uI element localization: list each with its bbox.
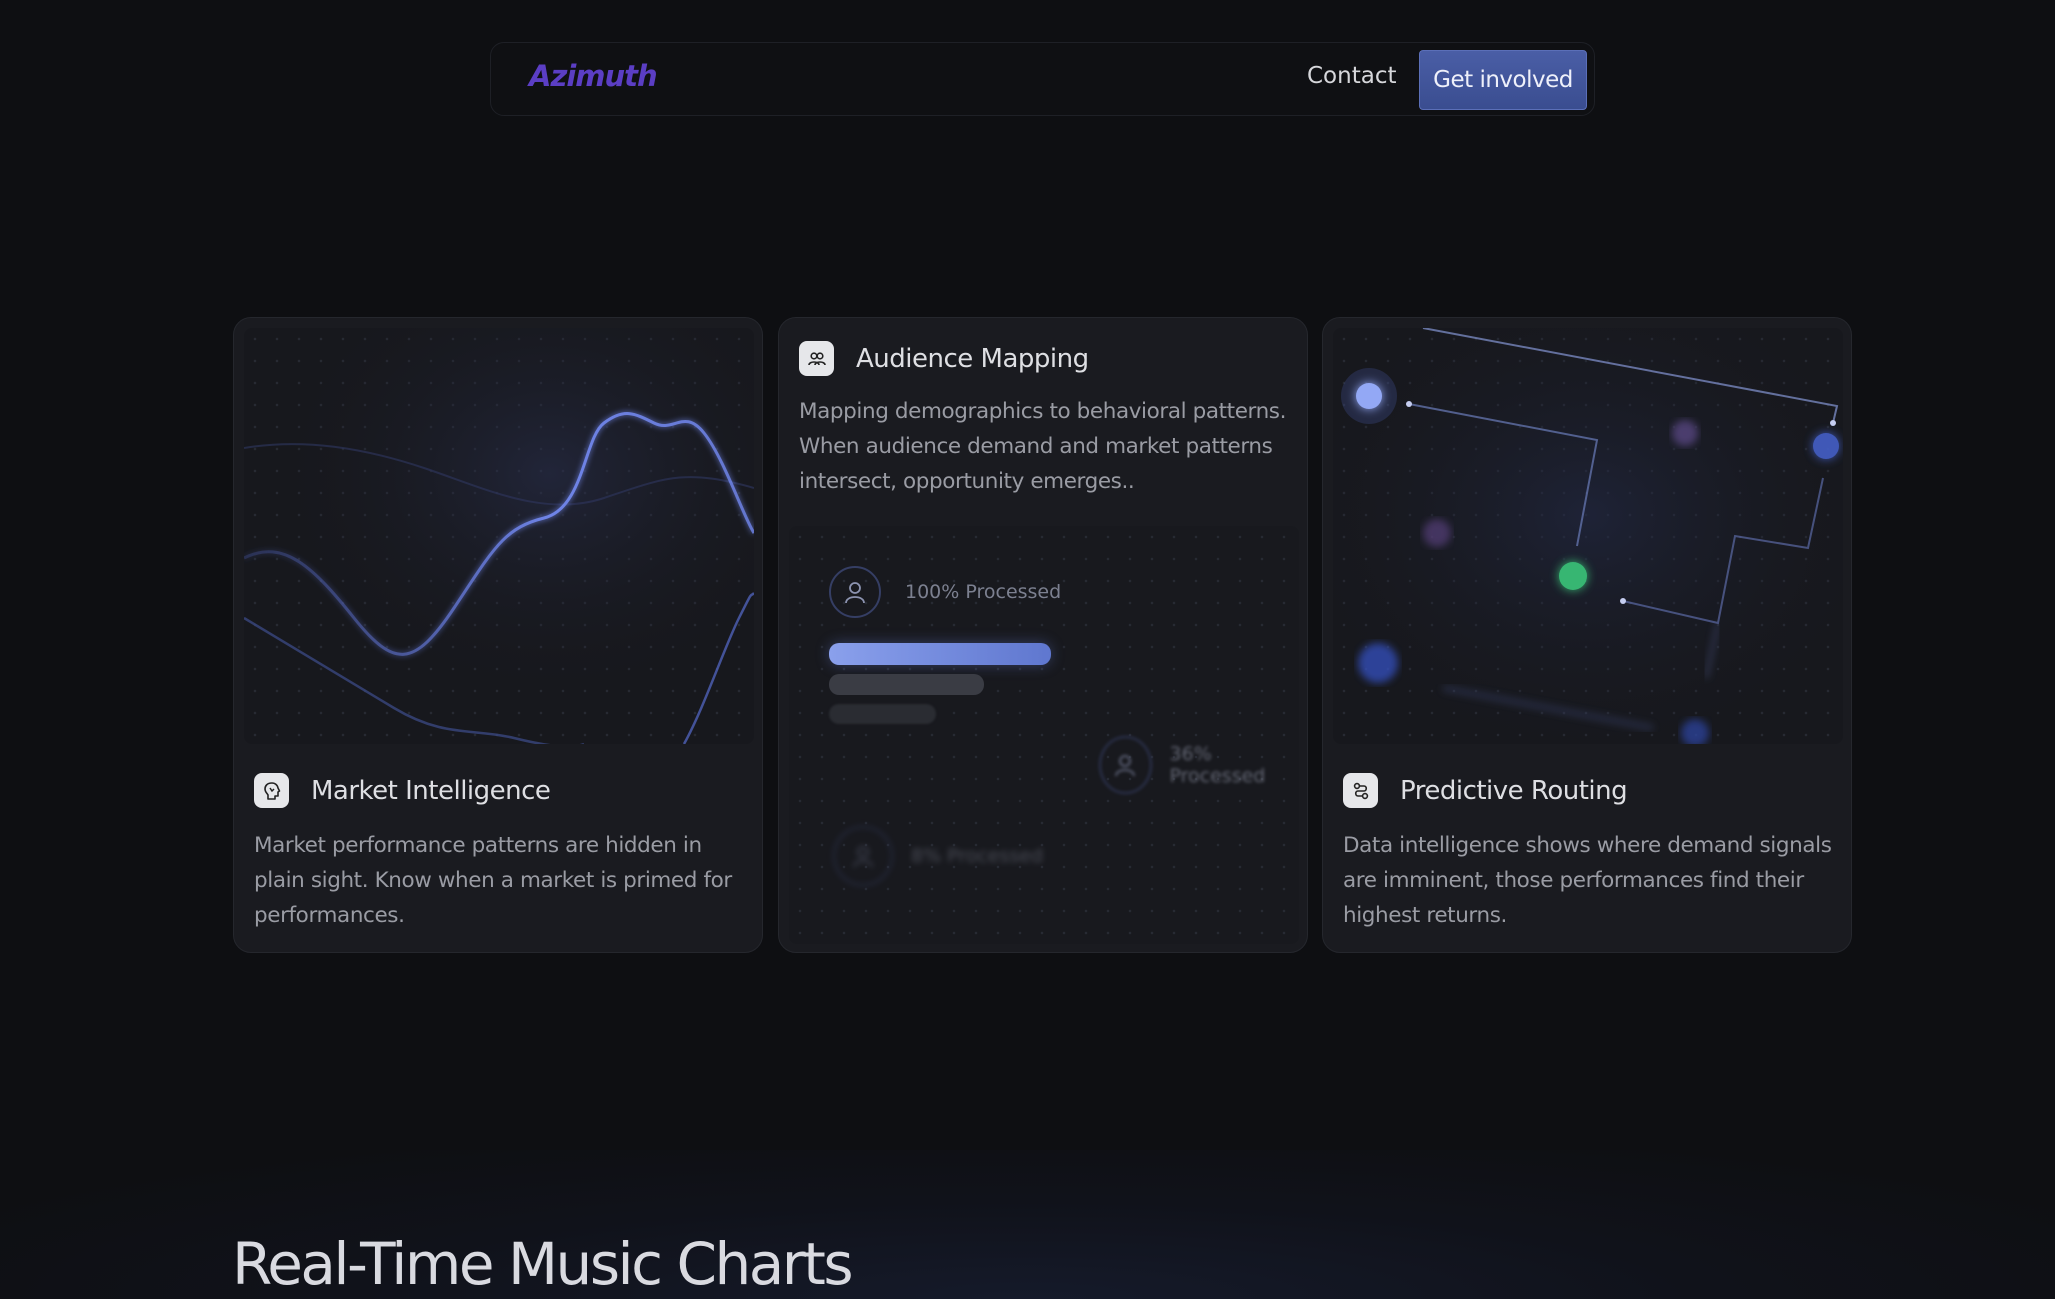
processing-label: 100% Processed <box>905 581 1062 603</box>
brand-logo[interactable]: Azimuth <box>529 59 658 93</box>
processing-visual: 100% Processed 36% Processed 8% Processe… <box>789 526 1299 944</box>
market-trend-graphic <box>244 328 754 744</box>
routing-network-graphic <box>1333 328 1843 744</box>
market-intelligence-card: Market Intelligence Market performance p… <box>233 317 763 953</box>
contact-link[interactable]: Contact <box>1307 63 1396 89</box>
market-trend-visual <box>244 328 754 744</box>
card-description: Data intelligence shows where demand sig… <box>1343 833 1832 928</box>
section-title: Real-Time Music Charts <box>232 1230 854 1298</box>
progress-bar <box>829 674 984 695</box>
audience-icon <box>799 341 834 376</box>
audience-mapping-card: Audience Mapping Mapping demographics to… <box>778 317 1308 953</box>
predictive-routing-card: Predictive Routing Data intelligence sho… <box>1322 317 1852 953</box>
progress-bar <box>829 643 1051 665</box>
card-title: Audience Mapping <box>856 343 1089 374</box>
user-icon <box>833 826 893 886</box>
card-header: Audience Mapping <box>799 341 1089 376</box>
card-header: Market Intelligence <box>254 773 551 808</box>
card-title: Market Intelligence <box>311 775 551 806</box>
get-involved-button[interactable]: Get involved <box>1419 50 1587 110</box>
routing-network-visual <box>1333 328 1843 744</box>
progress-bar <box>829 704 936 724</box>
analytics-icon <box>254 773 289 808</box>
processing-label: 36% Processed <box>1169 743 1266 787</box>
user-icon <box>829 566 881 618</box>
processing-row: 8% Processed <box>833 826 1043 886</box>
page: Azimuth Contact Get involved Market Inte… <box>0 0 2055 1299</box>
processing-row: 36% Processed <box>1099 736 1299 794</box>
top-navigation: Azimuth Contact Get involved <box>490 42 1595 116</box>
card-title: Predictive Routing <box>1400 775 1628 806</box>
processing-row: 100% Processed <box>829 566 1061 618</box>
card-header: Predictive Routing <box>1343 773 1628 808</box>
card-description: Mapping demographics to behavioral patte… <box>799 399 1287 494</box>
processing-label: 8% Processed <box>911 845 1044 867</box>
user-icon <box>1099 736 1152 794</box>
card-description: Market performance patterns are hidden i… <box>254 833 732 928</box>
routing-icon <box>1343 773 1378 808</box>
